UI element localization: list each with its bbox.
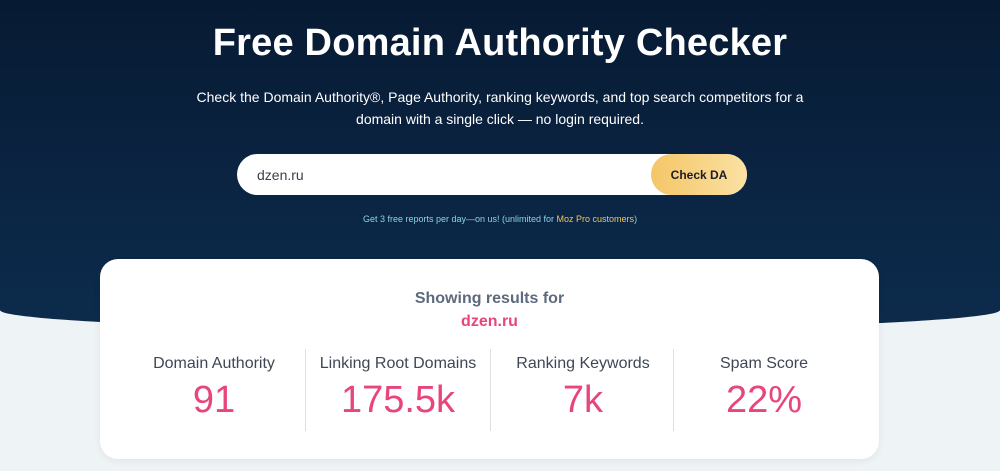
page-title: Free Domain Authority Checker xyxy=(212,22,788,64)
metric-label: Domain Authority xyxy=(153,355,275,372)
results-card: Showing results for dzen.ru Domain Autho… xyxy=(100,259,879,459)
metric-value: 91 xyxy=(192,379,236,421)
metric-ranking-keywords: Ranking Keywords 7k xyxy=(493,349,673,431)
metric-domain-authority: Domain Authority 91 xyxy=(127,349,301,431)
page-subtitle: Check the Domain Authority®, Page Author… xyxy=(196,89,804,127)
metric-value: 175.5k xyxy=(340,379,456,421)
metric-linking-root-domains: Linking Root Domains 175.5k xyxy=(308,349,488,431)
showing-results-label: Showing results for xyxy=(414,290,565,307)
metric-value: 7k xyxy=(562,379,604,421)
metric-label: Linking Root Domains xyxy=(319,355,477,372)
check-da-button[interactable]: Check DA xyxy=(651,154,747,195)
free-reports-suffix: ) xyxy=(634,214,638,224)
free-reports-text: Get 3 free reports per day—on us! (unlim… xyxy=(362,214,557,224)
result-domain: dzen.ru xyxy=(461,313,518,330)
metric-label: Spam Score xyxy=(719,355,809,372)
metric-divider xyxy=(490,349,491,431)
free-reports-note: Get 3 free reports per day—on us! (unlim… xyxy=(0,214,1000,224)
metric-spam-score: Spam Score 22% xyxy=(676,349,852,431)
search-bar: Check DA xyxy=(237,154,747,195)
moz-pro-link[interactable]: Moz Pro customers xyxy=(557,214,635,224)
metric-divider xyxy=(673,349,674,431)
metric-label: Ranking Keywords xyxy=(516,355,650,372)
metric-divider xyxy=(305,349,306,431)
metric-value: 22% xyxy=(725,379,803,421)
domain-input[interactable] xyxy=(257,154,637,195)
